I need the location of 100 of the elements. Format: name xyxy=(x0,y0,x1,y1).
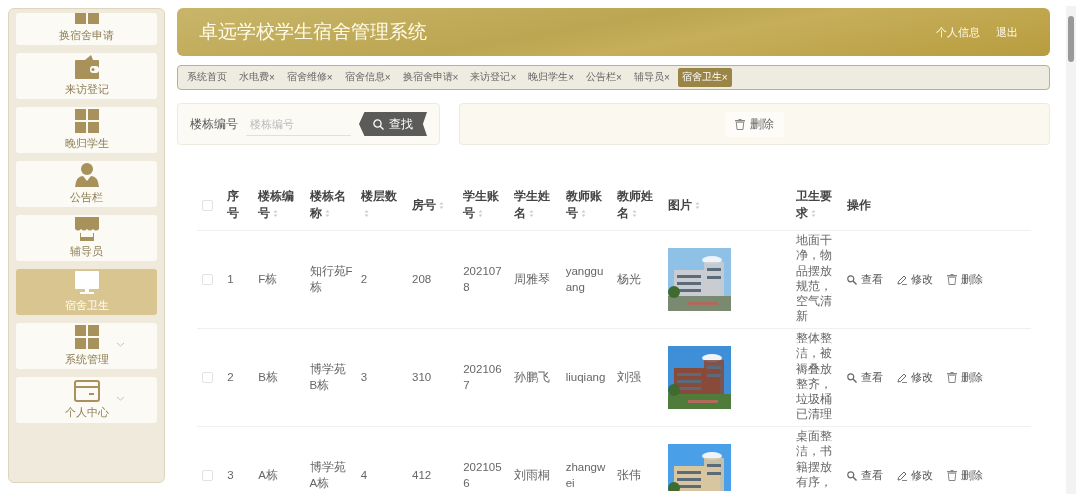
delete-button[interactable]: 删除 xyxy=(725,111,784,137)
trash-icon xyxy=(947,470,957,481)
tab[interactable]: 换宿舍申请× xyxy=(398,68,463,87)
tab[interactable]: 水电费× xyxy=(235,68,279,87)
checkbox[interactable] xyxy=(202,199,213,211)
row-action-link[interactable]: 删除 xyxy=(947,468,983,483)
tab[interactable]: 公告栏× xyxy=(582,68,626,87)
tab[interactable]: 宿舍卫生× xyxy=(677,68,732,87)
column-header[interactable]: 序号 xyxy=(227,188,251,222)
sort-icon xyxy=(580,209,586,219)
table-cell: 3 xyxy=(227,468,234,481)
table-cell: 310 xyxy=(412,370,432,383)
row-action-link[interactable]: 修改 xyxy=(897,370,933,385)
row-action-link[interactable]: 查看 xyxy=(847,370,883,385)
column-header[interactable]: 教师姓名 xyxy=(616,188,661,222)
row-action-link[interactable]: 修改 xyxy=(897,468,933,483)
column-header[interactable]: 操作 xyxy=(847,196,1023,214)
table-cell: 2021067 xyxy=(463,363,502,391)
column-header[interactable]: 楼栋名称 xyxy=(309,188,353,222)
table-cell: B栋 xyxy=(258,370,278,383)
table-cell: 208 xyxy=(412,272,432,285)
column-header[interactable]: 楼层数 xyxy=(360,188,404,222)
chevron-icon xyxy=(116,396,125,401)
column-header[interactable]: 图片 xyxy=(668,196,788,214)
column-header[interactable]: 学生账号 xyxy=(463,188,507,222)
table-cell: 桌面整洁，书籍摆放有序， xyxy=(795,430,832,488)
row-action-link[interactable]: 删除 xyxy=(947,272,983,287)
app-title: 卓远学校学生宿舍管理系统 xyxy=(199,20,427,44)
sort-icon xyxy=(273,209,279,219)
search-icon xyxy=(847,470,857,481)
table-cell: 2 xyxy=(360,272,368,285)
table-cell: 博学苑A栋 xyxy=(309,461,346,489)
table-cell: 刘雨桐 xyxy=(514,468,551,481)
table-cell: 杨光 xyxy=(616,272,641,285)
sidebar-item[interactable]: 换宿舍申请 xyxy=(16,13,157,45)
table-cell: 3 xyxy=(360,370,368,383)
sort-icon xyxy=(695,200,701,210)
scrollbar[interactable] xyxy=(1066,6,1076,494)
monitor-icon xyxy=(74,271,99,295)
sort-icon xyxy=(810,209,816,219)
sort-icon xyxy=(631,209,637,219)
tab[interactable]: 系统首页 xyxy=(183,68,231,87)
trash-icon xyxy=(947,274,957,285)
table-cell: 412 xyxy=(412,468,432,481)
tab[interactable]: 宿舍维修× xyxy=(282,68,337,87)
table-cell: 刘强 xyxy=(616,370,641,383)
scrollbar-thumb[interactable] xyxy=(1068,16,1074,62)
table-cell: 地面干净，物品摆放规范，空气清新 xyxy=(795,234,832,323)
tab[interactable]: 来访登记× xyxy=(466,68,521,87)
column-header[interactable]: 楼栋编号 xyxy=(258,188,302,222)
pencil-icon xyxy=(897,274,907,285)
person-icon xyxy=(74,163,99,187)
grid-icon xyxy=(74,109,99,133)
table-cell: 1 xyxy=(227,272,234,285)
sidebar-item[interactable]: 公告栏 xyxy=(16,161,157,207)
row-action-link[interactable]: 修改 xyxy=(897,272,933,287)
shop-icon xyxy=(74,217,99,241)
row-action-link[interactable]: 删除 xyxy=(947,370,983,385)
sort-icon xyxy=(324,209,330,219)
tab[interactable]: 晚归学生× xyxy=(524,68,579,87)
row-action-link[interactable]: 查看 xyxy=(847,468,883,483)
table-cell: 孙鹏飞 xyxy=(514,370,551,383)
column-header[interactable]: 教师账号 xyxy=(565,188,609,222)
column-header[interactable]: 房号 xyxy=(412,196,456,214)
row-action-link[interactable]: 查看 xyxy=(847,272,883,287)
trash-icon xyxy=(735,118,745,130)
card-icon xyxy=(73,380,100,402)
table-cell: 张伟 xyxy=(616,468,641,481)
table-cell: 2 xyxy=(227,370,234,383)
search-button[interactable]: 查找 xyxy=(359,112,427,136)
column-header[interactable]: 卫生要求 xyxy=(795,188,839,222)
tab[interactable]: 宿舍信息× xyxy=(340,68,395,87)
table-cell: 博学苑B栋 xyxy=(309,363,346,391)
sidebar-item[interactable]: 系统管理 xyxy=(16,323,157,369)
sidebar-item[interactable]: 晚归学生 xyxy=(16,107,157,153)
grid-icon xyxy=(74,325,99,349)
search-icon xyxy=(373,118,384,130)
sidebar-item[interactable]: 个人中心 xyxy=(16,377,157,423)
tab[interactable]: 辅导员× xyxy=(629,68,674,87)
sort-icon xyxy=(478,209,484,219)
sidebar-item[interactable]: 来访登记 xyxy=(16,53,157,99)
table-cell: 周雅琴 xyxy=(514,272,551,285)
table-cell: yangguang xyxy=(565,265,604,293)
checkbox[interactable] xyxy=(202,372,213,383)
search-label: 楼栋编号 xyxy=(190,115,238,133)
sidebar-item[interactable]: 辅导员 xyxy=(16,215,157,261)
column-header[interactable]: 学生姓名 xyxy=(514,188,558,222)
table-cell: F栋 xyxy=(258,272,278,285)
checkbox[interactable] xyxy=(202,274,213,285)
table-cell: 4 xyxy=(360,468,368,481)
wallet-icon xyxy=(74,55,99,79)
table-cell: 2021078 xyxy=(463,265,502,293)
table-cell: 2021056 xyxy=(463,461,502,489)
table-cell: liuqiang xyxy=(565,370,606,383)
table-cell: zhangwei xyxy=(565,461,606,489)
pencil-icon xyxy=(897,470,907,481)
sort-icon xyxy=(439,200,444,210)
sort-icon xyxy=(529,209,535,219)
search-icon xyxy=(847,372,857,383)
checkbox[interactable] xyxy=(202,470,213,481)
